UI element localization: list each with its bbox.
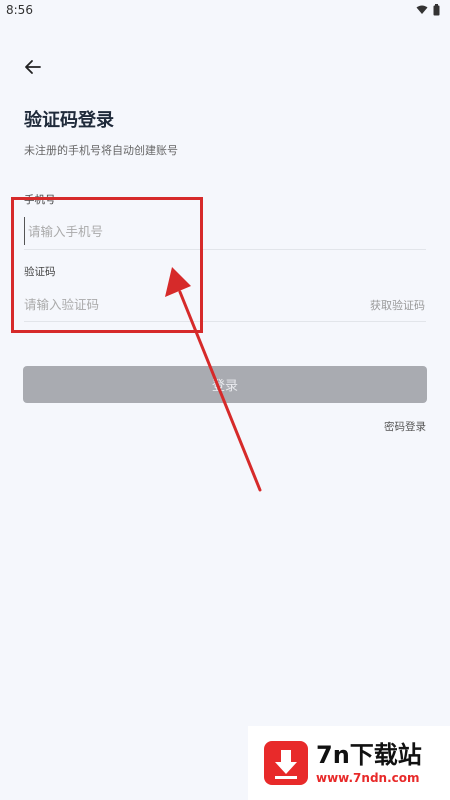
watermark-url: www.7ndn.com bbox=[316, 771, 420, 785]
status-icons bbox=[416, 4, 440, 16]
code-input[interactable] bbox=[24, 289, 324, 319]
status-bar: 8:56 bbox=[0, 0, 450, 22]
back-button[interactable] bbox=[20, 55, 46, 79]
phone-label: 手机号 bbox=[24, 194, 56, 206]
arrow-left-icon bbox=[25, 60, 41, 74]
login-button[interactable]: 登录 bbox=[23, 366, 427, 403]
download-logo-icon bbox=[264, 741, 308, 785]
code-label: 验证码 bbox=[24, 266, 56, 278]
code-divider bbox=[24, 321, 426, 322]
page-subtitle: 未注册的手机号将自动创建账号 bbox=[24, 144, 178, 157]
wifi-icon bbox=[416, 5, 428, 14]
password-login-link[interactable]: 密码登录 bbox=[384, 419, 426, 434]
watermark-name: 7n下载站 bbox=[316, 741, 422, 769]
watermark: 7n下载站 www.7ndn.com bbox=[248, 726, 450, 800]
status-time: 8:56 bbox=[6, 3, 33, 17]
battery-icon bbox=[433, 4, 440, 16]
get-code-button[interactable]: 获取验证码 bbox=[370, 297, 425, 313]
phone-input[interactable] bbox=[24, 217, 430, 245]
page-title: 验证码登录 bbox=[24, 110, 114, 131]
phone-divider bbox=[24, 249, 426, 250]
